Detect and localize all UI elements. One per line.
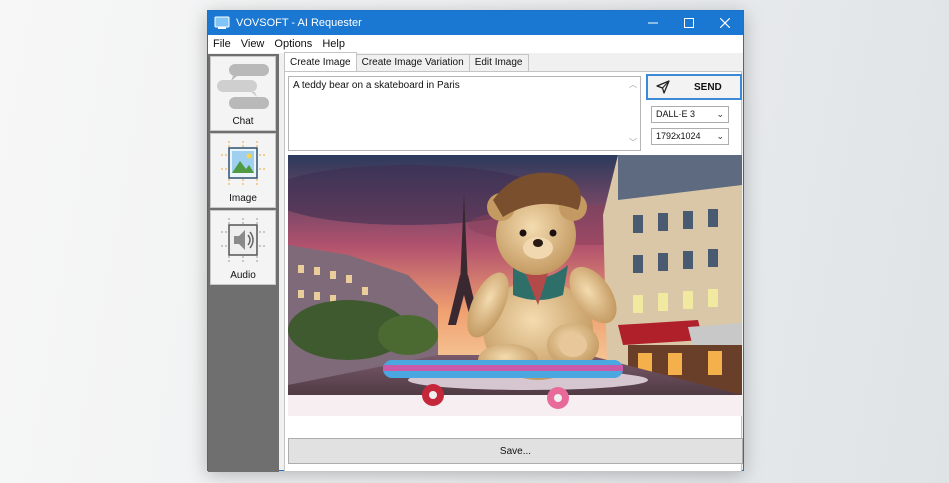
title-bar: VOVSOFT - AI Requester — [208, 11, 743, 35]
tab-edit-image[interactable]: Edit Image — [468, 54, 529, 71]
model-select[interactable]: DALL·E 3 ⌄ — [651, 106, 729, 123]
generated-image — [288, 155, 742, 416]
sidebar-item-audio[interactable]: Audio — [210, 210, 276, 285]
prompt-scrollbar[interactable]: ︿ ﹀ — [626, 77, 640, 150]
size-value: 1792x1024 — [656, 131, 701, 141]
sidebar-item-label: Image — [229, 193, 257, 204]
minimize-button[interactable] — [635, 11, 671, 35]
chat-bubbles-icon — [217, 64, 269, 109]
tab-create-image-variation[interactable]: Create Image Variation — [355, 54, 470, 71]
send-arrow-icon — [656, 80, 670, 94]
generated-image-picture — [288, 155, 742, 416]
tab-create-image[interactable]: Create Image — [284, 52, 357, 71]
size-select[interactable]: 1792x1024 ⌄ — [651, 128, 729, 145]
window-title: VOVSOFT - AI Requester — [236, 17, 362, 29]
tab-bar: Create Image Create Image Variation Edit… — [284, 52, 529, 71]
speaker-icon — [221, 218, 265, 262]
sidebar-item-label: Chat — [232, 116, 254, 127]
sidebar-item-image[interactable]: Image — [210, 133, 276, 208]
save-button[interactable]: Save... — [288, 438, 743, 464]
chevron-down-icon: ⌄ — [716, 131, 724, 141]
menu-help[interactable]: Help — [317, 38, 350, 50]
menu-bar: File View Options Help — [208, 35, 743, 53]
chevron-down-icon: ⌄ — [716, 109, 724, 119]
menu-view[interactable]: View — [236, 38, 270, 50]
sidebar-item-label: Audio — [230, 270, 256, 281]
scroll-up-icon[interactable]: ︿ — [629, 79, 637, 90]
model-value: DALL·E 3 — [656, 109, 696, 119]
create-image-panel: A teddy bear on a skateboard in Paris ︿ … — [284, 71, 743, 472]
image-icon — [221, 141, 265, 185]
maximize-button[interactable] — [671, 11, 707, 35]
prompt-text: A teddy bear on a skateboard in Paris — [293, 80, 460, 91]
close-icon — [720, 18, 730, 28]
save-label: Save... — [499, 445, 532, 457]
app-window: VOVSOFT - AI Requester File View Options… — [207, 10, 744, 472]
sidebar: Chat Image Audio — [208, 54, 279, 472]
minimize-icon — [648, 22, 658, 24]
scroll-down-icon[interactable]: ﹀ — [629, 137, 637, 148]
maximize-icon — [684, 18, 694, 28]
sidebar-item-chat[interactable]: Chat — [210, 56, 276, 131]
app-icon — [214, 16, 230, 29]
send-button[interactable]: SEND — [646, 74, 742, 100]
prompt-textarea[interactable]: A teddy bear on a skateboard in Paris ︿ … — [288, 76, 641, 151]
menu-file[interactable]: File — [208, 38, 236, 50]
main-panel: Create Image Create Image Variation Edit… — [284, 52, 743, 472]
menu-options[interactable]: Options — [269, 38, 317, 50]
send-label: SEND — [694, 81, 722, 93]
close-button[interactable] — [707, 11, 743, 35]
